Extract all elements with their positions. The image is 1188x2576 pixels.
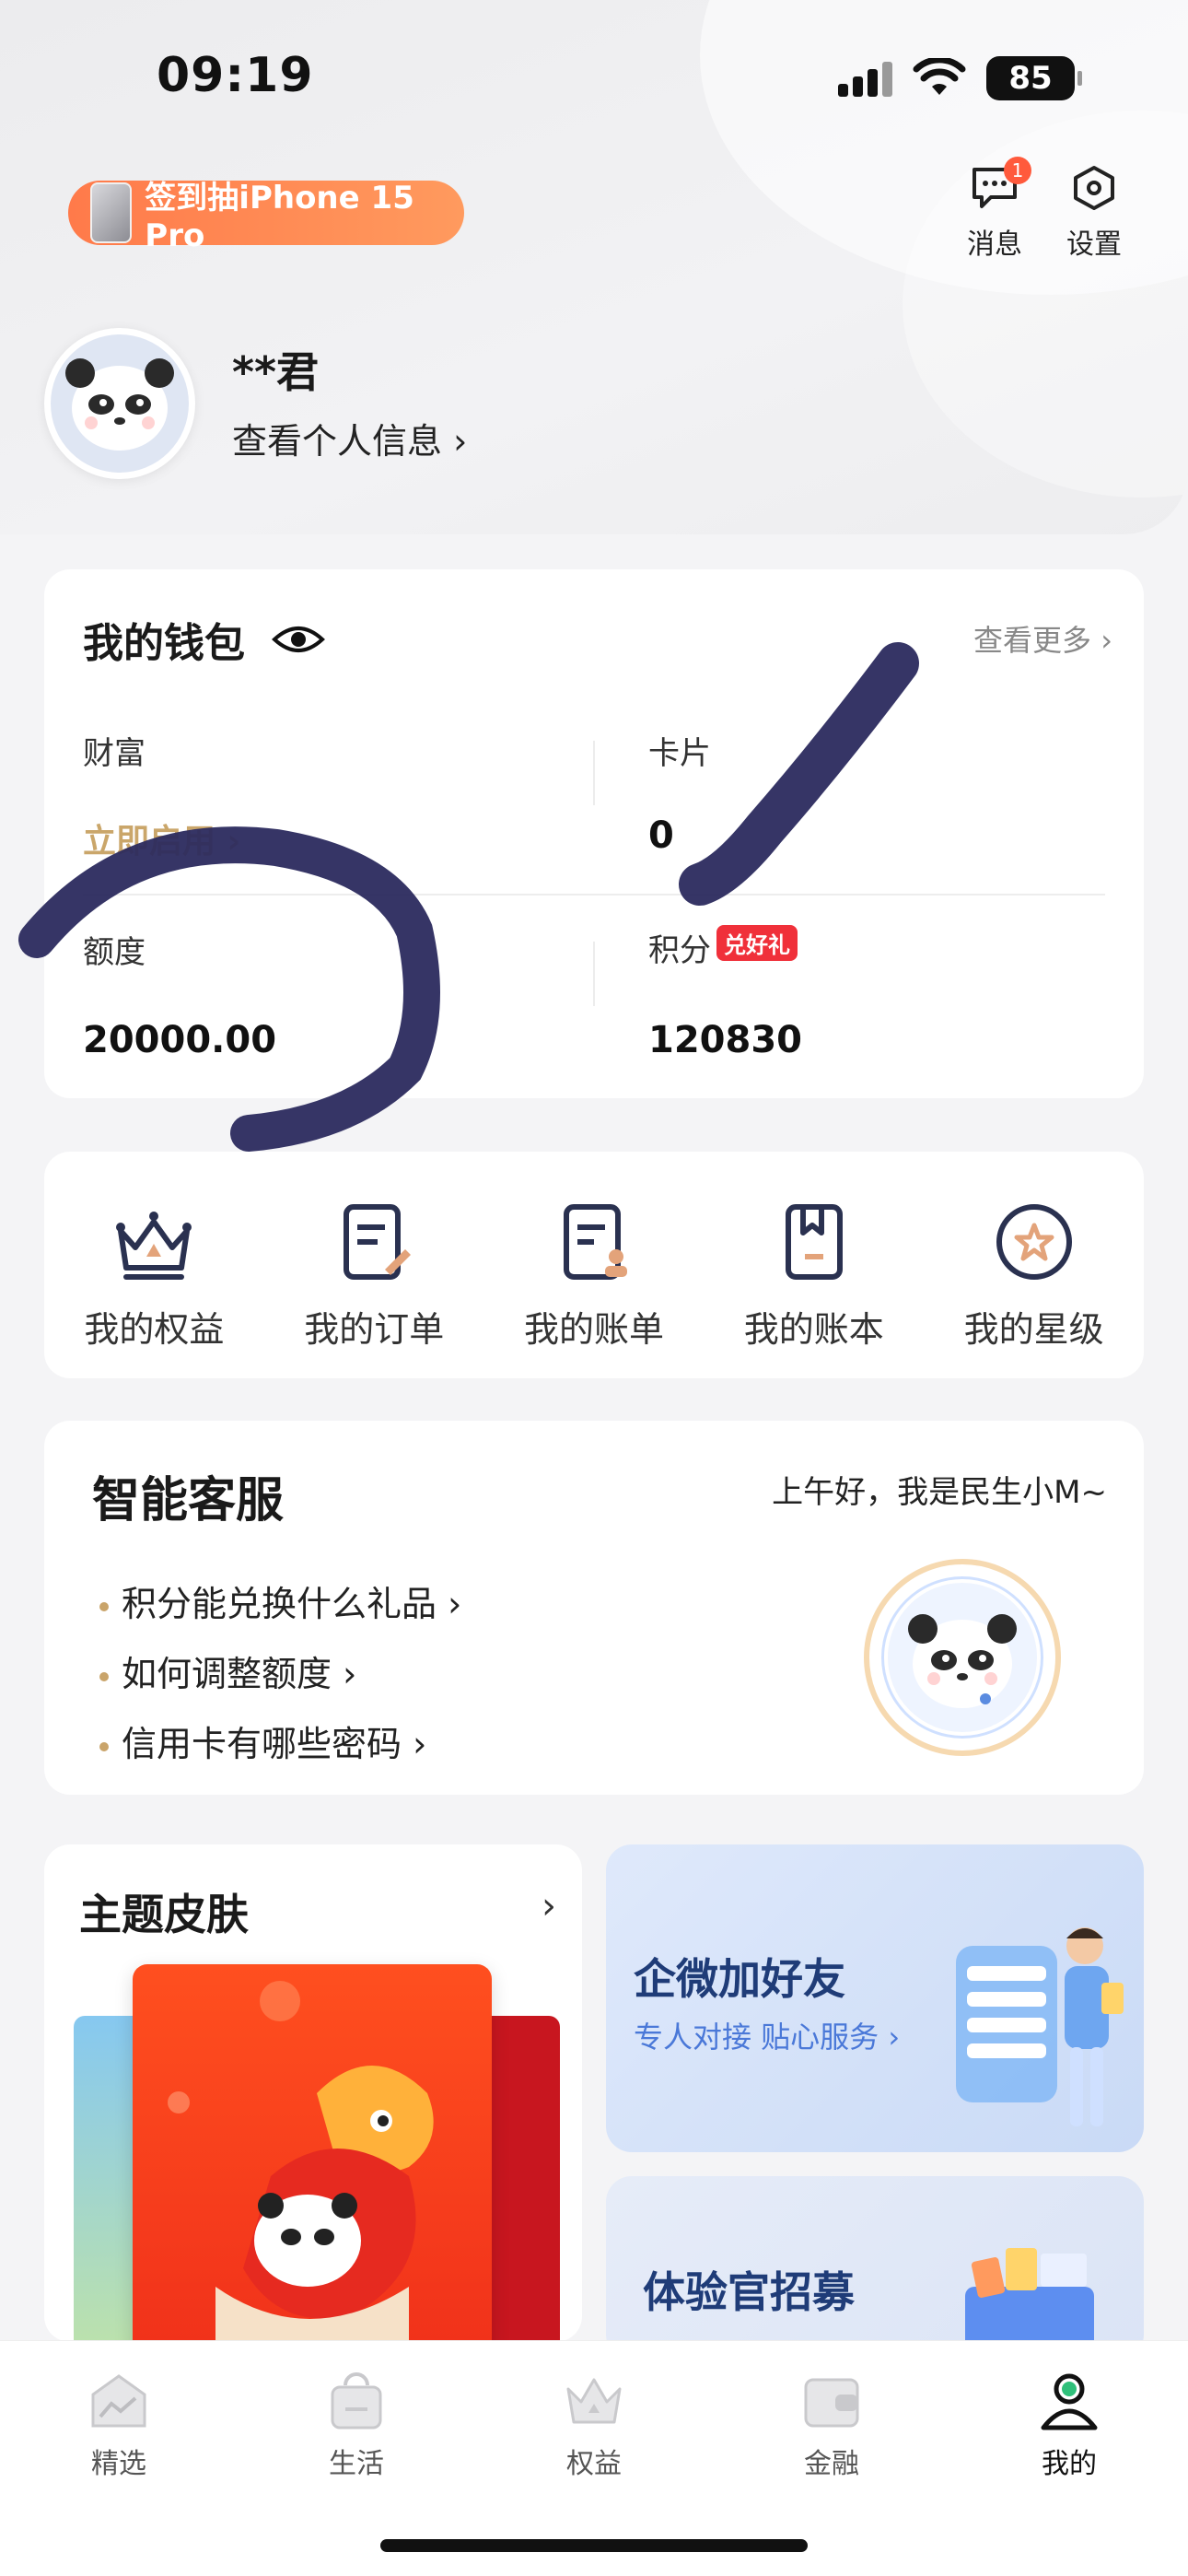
shortcut-bills[interactable]: 我的账单: [484, 1152, 705, 1378]
order-icon: [344, 1204, 412, 1280]
service-question-text: 积分能兑换什么礼品 ›: [122, 1584, 462, 1624]
dragon-theme-preview[interactable]: [133, 1964, 492, 2342]
shortcut-star-level[interactable]: 我的星级: [924, 1152, 1144, 1378]
shortcut-benefits[interactable]: 我的权益: [44, 1152, 264, 1378]
points-label-row: 积分 兑好礼: [648, 925, 798, 970]
shortcut-label: 我的订单: [304, 1309, 445, 1350]
wallet-icon: [804, 2378, 859, 2428]
wallet-title: 我的钱包: [83, 620, 245, 667]
cellular-signal-icon: [838, 60, 892, 97]
home-indicator: [380, 2539, 808, 2552]
sign-in-promo-button[interactable]: 签到抽iPhone 15 Pro: [68, 180, 464, 254]
bullet-dot: [99, 1601, 109, 1611]
chevron-right-icon[interactable]: ›: [542, 1885, 556, 1927]
tab-featured[interactable]: 精选: [0, 2341, 238, 2576]
service-agent-illustration: [956, 1927, 1124, 2126]
wallet-more-link[interactable]: 查看更多 ›: [973, 617, 1112, 660]
points-value[interactable]: 120830: [648, 1019, 802, 1061]
ledger-icon: [785, 1204, 843, 1280]
status-icons: 85: [838, 55, 1082, 101]
wechat-title: 企微加好友: [634, 1954, 845, 2004]
service-question[interactable]: 如何调整额度 ›: [99, 1645, 356, 1696]
view-profile-link[interactable]: 查看个人信息 ›: [232, 413, 467, 463]
wifi-icon: [913, 58, 966, 95]
dragon-panda-illustration: [168, 1981, 434, 2342]
message-count-badge: 1: [1004, 157, 1031, 184]
service-question[interactable]: 积分能兑换什么礼品 ›: [99, 1575, 461, 1626]
tab-mine[interactable]: 我的: [950, 2341, 1188, 2576]
user-icon: [1041, 2373, 1098, 2430]
crown-icon: [116, 1212, 192, 1280]
service-question-text: 如何调整额度 ›: [122, 1654, 357, 1694]
service-title: 智能客服: [92, 1473, 285, 1528]
wealth-enable-link[interactable]: 立即启用 ›: [83, 814, 240, 862]
user-name: **君: [232, 347, 320, 397]
wealth-enable-label: 立即启用: [83, 823, 216, 861]
battery-level: 85: [1008, 60, 1053, 97]
service-question-text: 信用卡有哪些密码 ›: [122, 1724, 427, 1764]
shortcut-label: 我的权益: [84, 1309, 225, 1350]
assistant-avatar-button[interactable]: [864, 1559, 1061, 1756]
bullet-dot: [99, 1671, 109, 1681]
wealth-label: 财富: [83, 735, 146, 772]
wechat-subtitle: 专人对接 贴心服务 ›: [634, 2020, 901, 2055]
cards-label: 卡片: [648, 735, 711, 772]
tab-label: 精选: [91, 2448, 146, 2480]
service-question[interactable]: 信用卡有哪些密码 ›: [99, 1715, 426, 1766]
limit-label: 额度: [83, 934, 146, 971]
experience-officer-recruit-card[interactable]: 体验官招募: [606, 2176, 1144, 2360]
battery-indicator: 85: [986, 56, 1082, 100]
smart-service-card: 智能客服 上午好，我是民生小M~ 积分能兑换什么礼品 › 如何调整额度 › 信用…: [44, 1421, 1144, 1795]
settings-button[interactable]: 设置: [1048, 164, 1140, 262]
divider: [593, 741, 595, 805]
redeem-gift-badge[interactable]: 兑好礼: [716, 925, 798, 961]
bill-icon: [563, 1204, 627, 1280]
messages-label: 消息: [967, 228, 1022, 261]
points-label: 积分: [648, 932, 711, 969]
tab-label: 我的: [1042, 2448, 1097, 2480]
tab-label: 金融: [804, 2448, 859, 2480]
messages-button[interactable]: 1 消息: [949, 157, 1041, 262]
wallet-card: 我的钱包 查看更多 › 财富 立即启用 › 卡片 0 额度 20000.00 积…: [44, 569, 1144, 1098]
theme-title: 主题皮肤: [79, 1890, 249, 1939]
shortcut-label: 我的账本: [743, 1309, 884, 1350]
status-time: 09:19: [157, 48, 314, 103]
settings-label: 设置: [1066, 228, 1122, 261]
theme-skin-card[interactable]: 主题皮肤 ›: [44, 1844, 582, 2342]
wechat-add-friend-card[interactable]: 企微加好友 专人对接 贴心服务 ›: [606, 1844, 1144, 2152]
shortcut-label: 我的星级: [963, 1309, 1104, 1350]
bullet-dot: [99, 1741, 109, 1751]
wallet-title-row: 我的钱包: [83, 610, 326, 669]
shortcut-ledger[interactable]: 我的账本: [704, 1152, 924, 1378]
shortcuts-card: 我的权益 我的订单 我的账单 我的账本 我的星级: [44, 1152, 1144, 1378]
crown-icon: [566, 2378, 622, 2424]
assistant-avatar: [884, 1579, 1041, 1736]
limit-value[interactable]: 20000.00: [83, 1019, 276, 1061]
divider: [83, 894, 1105, 896]
recruit-title: 体验官招募: [643, 2267, 855, 2317]
iphone-icon: [90, 182, 133, 243]
panda-assistant-icon: [908, 1614, 1017, 1708]
tab-label: 权益: [566, 2448, 622, 2480]
divider: [593, 942, 595, 1006]
service-greeting: 上午好，我是民生小M~: [772, 1474, 1107, 1511]
avatar[interactable]: [44, 328, 195, 479]
gear-icon: [1074, 166, 1114, 210]
panda-avatar-icon: [51, 334, 189, 473]
home-icon: [91, 2374, 146, 2428]
promo-label: 签到抽iPhone 15 Pro: [145, 179, 414, 254]
shortcut-label: 我的账单: [523, 1309, 664, 1350]
tab-label: 生活: [329, 2448, 384, 2480]
eye-icon[interactable]: [271, 621, 326, 658]
shopping-bag-icon: [331, 2372, 382, 2430]
shortcut-orders[interactable]: 我的订单: [264, 1152, 484, 1378]
cards-value[interactable]: 0: [648, 814, 674, 857]
star-level-icon: [996, 1204, 1072, 1280]
